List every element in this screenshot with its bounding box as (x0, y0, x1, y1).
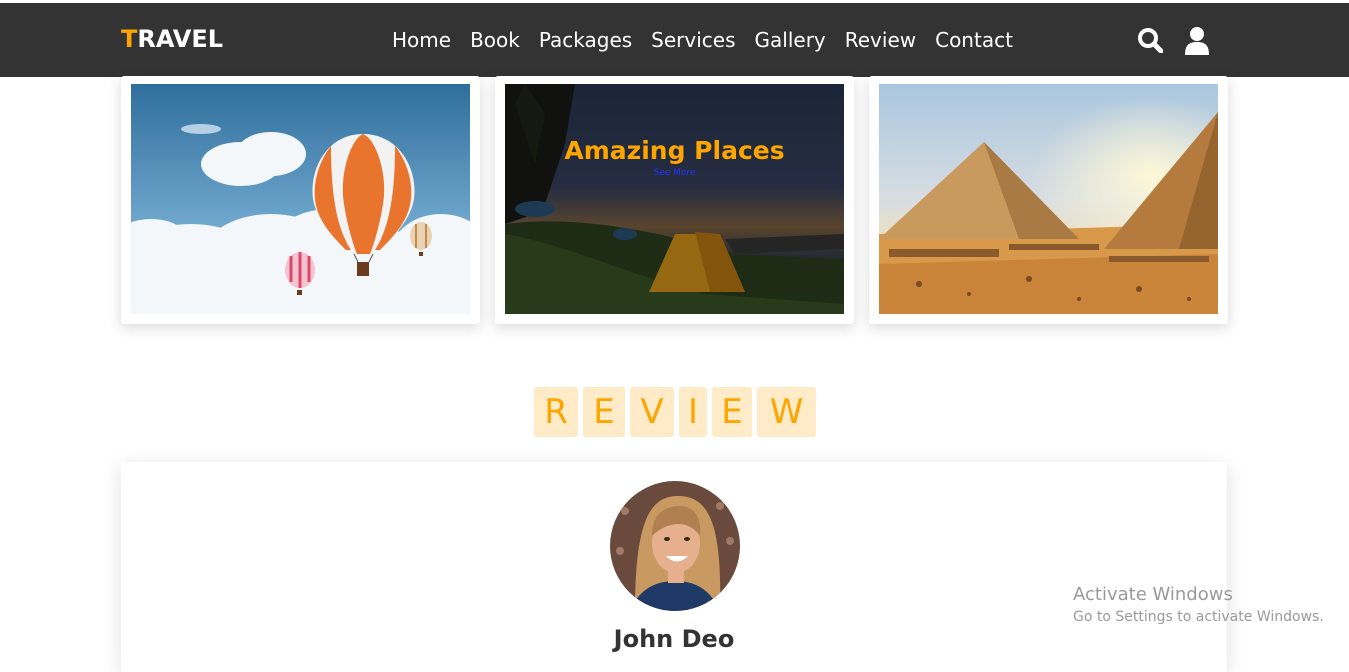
nav-packages[interactable]: Packages (539, 28, 632, 52)
nav-icons (1137, 27, 1211, 55)
gallery-card-balloons[interactable] (121, 76, 480, 324)
nav-gallery[interactable]: Gallery (755, 28, 826, 52)
gallery-card-amazing-places[interactable]: Amazing Places See More (495, 76, 854, 324)
activate-windows-watermark: Activate Windows Go to Settings to activ… (1073, 584, 1324, 625)
logo-link[interactable]: TRAVEL (121, 25, 223, 53)
search-icon[interactable] (1137, 27, 1164, 54)
reviewer-avatar (610, 481, 740, 611)
reviewer-name: John Deo (613, 625, 735, 653)
logo-first-letter: T (121, 25, 138, 53)
heading-letter: E (712, 387, 752, 437)
main-nav: Home Book Packages Services Gallery Revi… (392, 28, 1032, 52)
user-icon[interactable] (1185, 27, 1211, 55)
heading-letter: E (583, 387, 625, 437)
gallery-card-pyramids[interactable] (869, 76, 1228, 324)
pyramids-image (879, 84, 1218, 314)
nav-services[interactable]: Services (651, 28, 735, 52)
logo-text: RAVEL (137, 25, 224, 53)
see-more-link[interactable]: See More (505, 168, 844, 178)
nav-home[interactable]: Home (392, 28, 451, 52)
heading-letter: R (534, 387, 578, 437)
review-heading: R E V I E W (534, 387, 816, 437)
overlay-title: Amazing Places (564, 136, 785, 165)
navbar: TRAVEL Home Book Packages Services Galle… (0, 3, 1349, 77)
review-card: John Deo (121, 462, 1227, 672)
heading-letter: W (757, 387, 816, 437)
watermark-subtitle: Go to Settings to activate Windows. (1073, 609, 1324, 625)
balloons-image (131, 84, 470, 314)
camping-image: Amazing Places See More (505, 84, 844, 314)
nav-book[interactable]: Book (470, 28, 520, 52)
nav-contact[interactable]: Contact (935, 28, 1013, 52)
heading-letter: V (630, 387, 674, 437)
watermark-title: Activate Windows (1073, 584, 1233, 605)
nav-review[interactable]: Review (845, 28, 916, 52)
heading-letter: I (679, 387, 707, 437)
